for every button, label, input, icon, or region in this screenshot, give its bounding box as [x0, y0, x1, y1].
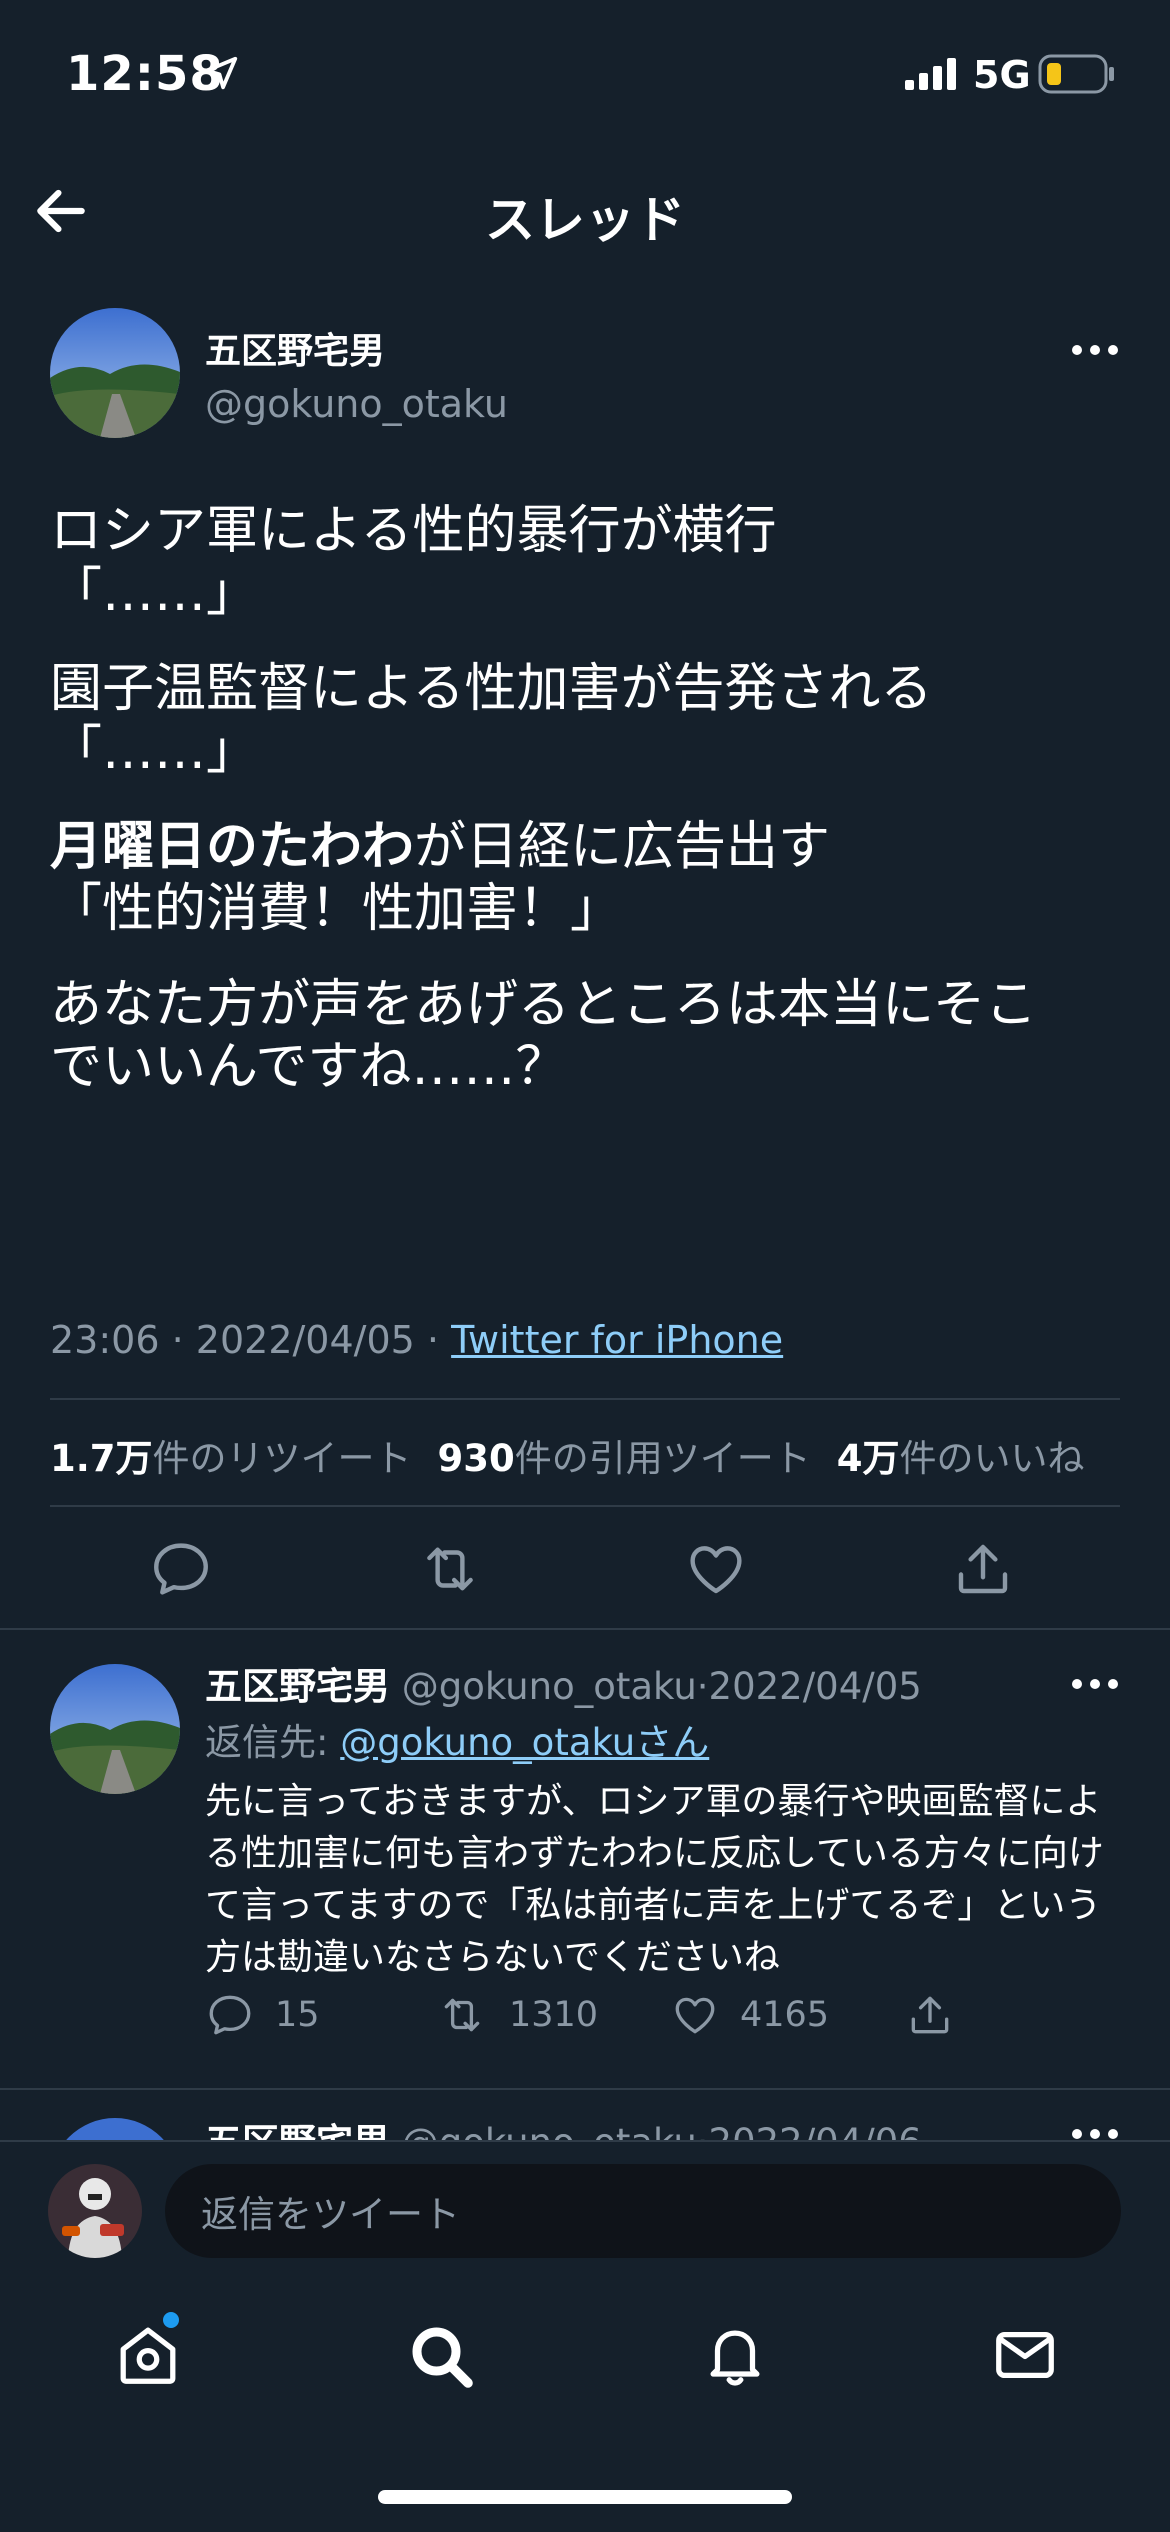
next-reply-peek[interactable]: 五区野宅男 @gokuno_otaku·2022/04/06	[0, 2090, 1170, 2140]
tweet-line: 「……」	[50, 721, 259, 781]
reply-author-handle[interactable]: @gokuno_otaku	[402, 1665, 697, 1708]
reply-input-placeholder: 返信をツイート	[201, 2193, 460, 2236]
reply-count: 15	[275, 1995, 320, 2035]
tweet-time: 23:06	[50, 1318, 160, 1362]
next-reply-avatar	[50, 2118, 180, 2140]
reply-icon[interactable]	[205, 1990, 255, 2040]
reply-text-line: 方は勘違いなさらないでくださいね	[205, 1937, 780, 1978]
tweet-line: でいいんですね……？	[50, 1037, 568, 1097]
more-options-icon	[1072, 2129, 1118, 2139]
author-name[interactable]: 五区野宅男	[205, 322, 508, 374]
home-notification-dot	[163, 2312, 179, 2328]
reply-input[interactable]: 返信をツイート	[165, 2164, 1121, 2258]
reply-author-name[interactable]: 五区野宅男	[205, 1665, 390, 1708]
divider	[50, 1398, 1120, 1400]
home-indicator	[378, 2490, 792, 2504]
reply-text-line: て言ってますので「私は前者に声を上げてるぞ」という	[205, 1885, 1102, 1926]
tweet-line: 「性的消費！性加害！」	[50, 879, 623, 939]
retweet-count: 1310	[509, 1995, 599, 2035]
more-options-icon[interactable]	[1070, 1674, 1120, 1694]
tweet-line: あなた方が声をあげるところは本当にそこ	[50, 975, 1037, 1035]
network-type: 5G	[973, 53, 1031, 97]
share-icon[interactable]	[950, 1536, 1016, 1602]
status-bar: 12:58 5G	[0, 0, 1170, 150]
retweet-icon[interactable]	[435, 1990, 489, 2040]
reply-share-action[interactable]	[905, 1990, 955, 2040]
reply-text: 先に言っておきますが、ロシア軍の暴行や映画監督によ る性加害に何も言わずたわわに…	[205, 1776, 1120, 1984]
cellular-signal-icon	[905, 58, 956, 90]
next-reply-date: 2022/04/06	[709, 2121, 922, 2140]
battery-icon	[1038, 54, 1114, 94]
location-arrow-icon	[204, 56, 238, 90]
reply-to-handle-link[interactable]: @gokuno_otakuさん	[340, 1721, 709, 1764]
tweet-source-link[interactable]: Twitter for iPhone	[451, 1318, 783, 1362]
like-count: 4165	[740, 1995, 830, 2035]
next-reply-header: 五区野宅男 @gokuno_otaku·2022/04/06	[205, 2112, 922, 2140]
tweet-line: 園子温監督による性加害が告発される	[50, 659, 933, 719]
tweet-stats: 1.7万件のリツイート 930件の引用ツイート 4万件のいいね	[50, 1428, 1085, 1482]
search-icon[interactable]	[405, 2320, 477, 2392]
reply-actions: 15 1310 4165	[205, 1990, 1005, 2050]
retweet-icon[interactable]	[415, 1536, 485, 1602]
like-heart-icon[interactable]	[683, 1536, 749, 1602]
main-author: 五区野宅男 @gokuno_otaku	[205, 322, 508, 426]
status-time: 12:58	[66, 46, 224, 102]
next-reply-author-handle: @gokuno_otaku	[402, 2121, 697, 2140]
meta-separator: ·	[697, 2121, 709, 2140]
tweet-date: 2022/04/05	[195, 1318, 415, 1362]
retweets-count[interactable]: 1.7万	[50, 1437, 153, 1480]
reply-to-label: 返信先:	[205, 1721, 341, 1764]
quotes-count[interactable]: 930	[438, 1437, 515, 1480]
reply-retweet-action[interactable]: 1310	[435, 1990, 598, 2040]
author-handle[interactable]: @gokuno_otaku	[205, 382, 508, 426]
like-heart-icon[interactable]	[670, 1990, 720, 2040]
divider	[50, 1505, 1120, 1507]
next-reply-author-name: 五区野宅男	[205, 2121, 390, 2140]
more-options-icon[interactable]	[1070, 340, 1120, 360]
tweet-line: ロシア軍による性的暴行が横行	[50, 501, 777, 561]
tweet-line: 月曜日のたわわが日経に広告出す	[50, 816, 1130, 878]
divider	[0, 1628, 1170, 1630]
reply-reply-action[interactable]: 15	[205, 1990, 320, 2040]
tweet-meta: 23:06 · 2022/04/05 · Twitter for iPhone	[50, 1318, 783, 1362]
meta-separator: ·	[696, 1665, 709, 1708]
retweets-label[interactable]: 件のリツイート	[153, 1437, 412, 1480]
reply-date: 2022/04/05	[708, 1665, 922, 1708]
reply-text-line: 先に言っておきますが、ロシア軍の暴行や映画監督によ	[205, 1781, 1102, 1822]
tweet-actions	[0, 1530, 1170, 1610]
page-title: スレッド	[485, 191, 685, 249]
author-avatar[interactable]	[50, 308, 180, 438]
likes-count[interactable]: 4万	[837, 1437, 900, 1480]
tweet-line: 「……」	[50, 563, 259, 623]
reply-text-line: る性加害に何も言わずたわわに反応している方々に向け	[205, 1833, 1104, 1874]
nav-header: スレッド	[0, 160, 1170, 260]
share-icon[interactable]	[905, 1990, 955, 2040]
tweet-bold-text: 月曜日のたわわ	[50, 817, 415, 877]
quotes-label[interactable]: 件の引用ツイート	[515, 1437, 811, 1480]
reply-like-action[interactable]: 4165	[670, 1990, 829, 2040]
mail-icon[interactable]	[990, 2320, 1060, 2390]
tweet-text-span: が日経に広告出す	[414, 817, 831, 877]
likes-label[interactable]: 件のいいね	[900, 1437, 1085, 1480]
tweet-text: ロシア軍による性的暴行が横行 「……」 園子温監督による性加害が告発される 「……	[50, 500, 1130, 1132]
bell-icon[interactable]	[700, 2320, 770, 2390]
reply-icon[interactable]	[148, 1536, 214, 1602]
reply-author-avatar[interactable]	[50, 1664, 180, 1794]
home-icon[interactable]	[113, 2320, 183, 2390]
reply-compose-bar: 返信をツイート	[0, 2140, 1170, 2260]
reply-header: 五区野宅男 @gokuno_otaku·2022/04/05	[205, 1656, 922, 1710]
reply-to: 返信先: @gokuno_otakuさん	[205, 1712, 709, 1766]
current-user-avatar[interactable]	[48, 2164, 142, 2258]
meta-separator: ·	[171, 1318, 184, 1362]
meta-separator: ·	[426, 1318, 440, 1362]
